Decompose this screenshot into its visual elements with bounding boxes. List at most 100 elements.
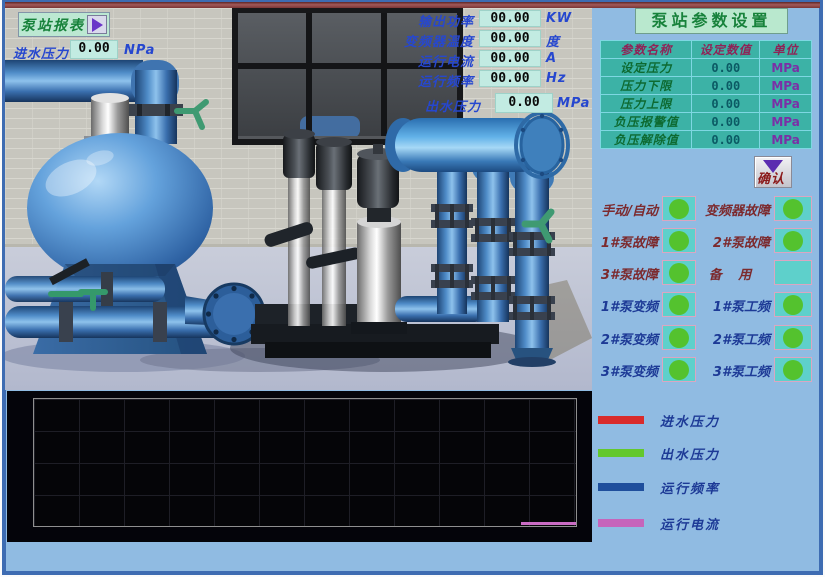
status-indicator-pump3-vfd [662, 357, 696, 382]
running-current-trace [521, 522, 576, 525]
indicator-dot [783, 231, 803, 251]
status-row: 2#泵变频 2#泵工频 [592, 325, 825, 351]
status-label-pump1-vfd: 1#泵变频 [601, 296, 658, 315]
status-label-pump2-mains: 2#泵工频 [713, 329, 770, 348]
confirm-button[interactable]: 确认 [754, 156, 792, 188]
col-header-value: 设定数值 [692, 41, 760, 59]
status-indicator-spare [774, 260, 812, 285]
indicator-dot [669, 263, 689, 283]
status-label-pump2-vfd: 2#泵变频 [601, 329, 658, 348]
param-unit: MPa [760, 95, 812, 113]
param-name: 设定压力 [601, 59, 692, 77]
report-button-label: 泵站报表 [19, 15, 87, 35]
inverter-temp-value: 00.00 [479, 30, 541, 47]
outlet-pressure-label: 出水压力 [425, 96, 481, 115]
legend-swatch-outlet-pressure [598, 449, 644, 457]
confirm-button-label: 确认 [757, 168, 785, 187]
indicator-dot [783, 328, 803, 348]
legend-label: 出水压力 [660, 444, 720, 463]
status-row: 3#泵变频 3#泵工频 [592, 357, 825, 383]
param-name: 压力下限 [601, 77, 692, 95]
status-label-pump1-mains: 1#泵工频 [713, 296, 770, 315]
indicator-dot [669, 328, 689, 348]
status-indicator-pump3-mains [774, 357, 812, 382]
col-header-unit: 单位 [760, 41, 812, 59]
legend-label: 运行电流 [660, 514, 720, 533]
inlet-pressure-value: 0.00 [70, 40, 118, 59]
play-icon [92, 18, 103, 32]
settings-table: 参数名称 设定数值 单位 设定压力 0.00 MPa 压力下限 0.00 MPa… [600, 40, 812, 149]
hmi-screen: 泵站报表 进水压力 0.00 NPa 输出功率 00.00 KW 变频器温度 0… [0, 0, 825, 577]
output-power-value: 00.00 [479, 10, 541, 27]
legend-item: 运行电流 [598, 516, 720, 530]
table-header-row: 参数名称 设定数值 单位 [601, 41, 812, 59]
legend-item: 进水压力 [598, 413, 720, 427]
pump-station-3d-view: 泵站报表 进水压力 0.00 NPa 输出功率 00.00 KW 变频器温度 0… [5, 8, 592, 390]
inverter-temp-label: 变频器温度 [388, 31, 474, 50]
status-indicator-pump2-vfd [662, 325, 696, 350]
trend-plot-area [33, 398, 577, 527]
status-label-pump3-vfd: 3#泵变频 [601, 361, 658, 380]
param-unit: MPa [760, 59, 812, 77]
outlet-pressure-unit: MPa [557, 96, 590, 111]
status-label-pump3-fault: 3#泵故障 [601, 264, 658, 283]
running-frequency-unit: Hz [546, 71, 566, 86]
status-indicator-pump1-vfd [662, 292, 696, 317]
status-row: 手动/自动 变频器故障 [592, 196, 825, 222]
status-row: 1#泵故障 2#泵故障 [592, 228, 825, 254]
report-button[interactable]: 泵站报表 [18, 12, 110, 37]
panel-title: 泵站参数设置 [635, 8, 788, 34]
legend-swatch-running-current [598, 519, 644, 527]
param-name: 压力上限 [601, 95, 692, 113]
param-value[interactable]: 0.00 [692, 131, 760, 149]
param-value[interactable]: 0.00 [692, 113, 760, 131]
param-unit: MPa [760, 131, 812, 149]
inlet-pressure-label: 进水压力 [13, 43, 69, 62]
play-button[interactable] [87, 15, 107, 34]
output-power-label: 输出功率 [388, 11, 474, 30]
param-value[interactable]: 0.00 [692, 77, 760, 95]
status-label-spare: 备 用 [696, 264, 770, 283]
status-row: 3#泵故障 备 用 [592, 260, 825, 286]
col-header-name: 参数名称 [601, 41, 692, 59]
indicator-dot [669, 231, 689, 251]
table-row: 负压报警值 0.00 MPa [601, 113, 812, 131]
parameter-panel: 泵站参数设置 参数名称 设定数值 单位 设定压力 0.00 MPa 压力下限 0… [592, 0, 825, 577]
status-indicator-pump2-fault [774, 228, 812, 253]
status-indicator-vfd-fault [774, 196, 812, 221]
legend-label: 运行频率 [660, 478, 720, 497]
status-label-vfd-fault: 变频器故障 [705, 200, 770, 219]
outlet-header-pipe [385, 113, 568, 177]
table-row: 负压解除值 0.00 MPa [601, 131, 812, 149]
status-indicator-manual-auto[interactable] [662, 196, 696, 221]
param-value[interactable]: 0.00 [692, 95, 760, 113]
status-indicator-pump2-mains [774, 325, 812, 350]
param-unit: MPa [760, 113, 812, 131]
legend-swatch-running-frequency [598, 483, 644, 491]
status-label-pump1-fault: 1#泵故障 [601, 232, 658, 251]
legend-item: 运行频率 [598, 480, 720, 494]
status-label-manual-auto: 手动/自动 [601, 200, 658, 219]
param-unit: MPa [760, 77, 812, 95]
status-row: 1#泵变频 1#泵工频 [592, 292, 825, 318]
status-label-pump3-mains: 3#泵工频 [713, 361, 770, 380]
trend-chart [7, 391, 592, 542]
running-frequency-value: 00.00 [479, 70, 541, 87]
table-row: 压力下限 0.00 MPa [601, 77, 812, 95]
indicator-dot [783, 199, 803, 219]
running-frequency-label: 运行频率 [388, 71, 474, 90]
inlet-pressure-unit: NPa [124, 43, 155, 58]
status-indicator-pump3-fault [662, 260, 696, 285]
param-name: 负压解除值 [601, 131, 692, 149]
outlet-pressure-value: 0.00 [495, 93, 553, 113]
legend-item: 出水压力 [598, 446, 720, 460]
running-current-unit: A [546, 51, 557, 66]
indicator-dot [669, 295, 689, 315]
status-indicator-pump1-mains [774, 292, 812, 317]
indicator-dot [669, 360, 689, 380]
param-value[interactable]: 0.00 [692, 59, 760, 77]
running-current-label: 运行电流 [388, 51, 474, 70]
status-indicator-pump1-fault [662, 228, 696, 253]
table-row: 设定压力 0.00 MPa [601, 59, 812, 77]
running-current-value: 00.00 [479, 50, 541, 67]
